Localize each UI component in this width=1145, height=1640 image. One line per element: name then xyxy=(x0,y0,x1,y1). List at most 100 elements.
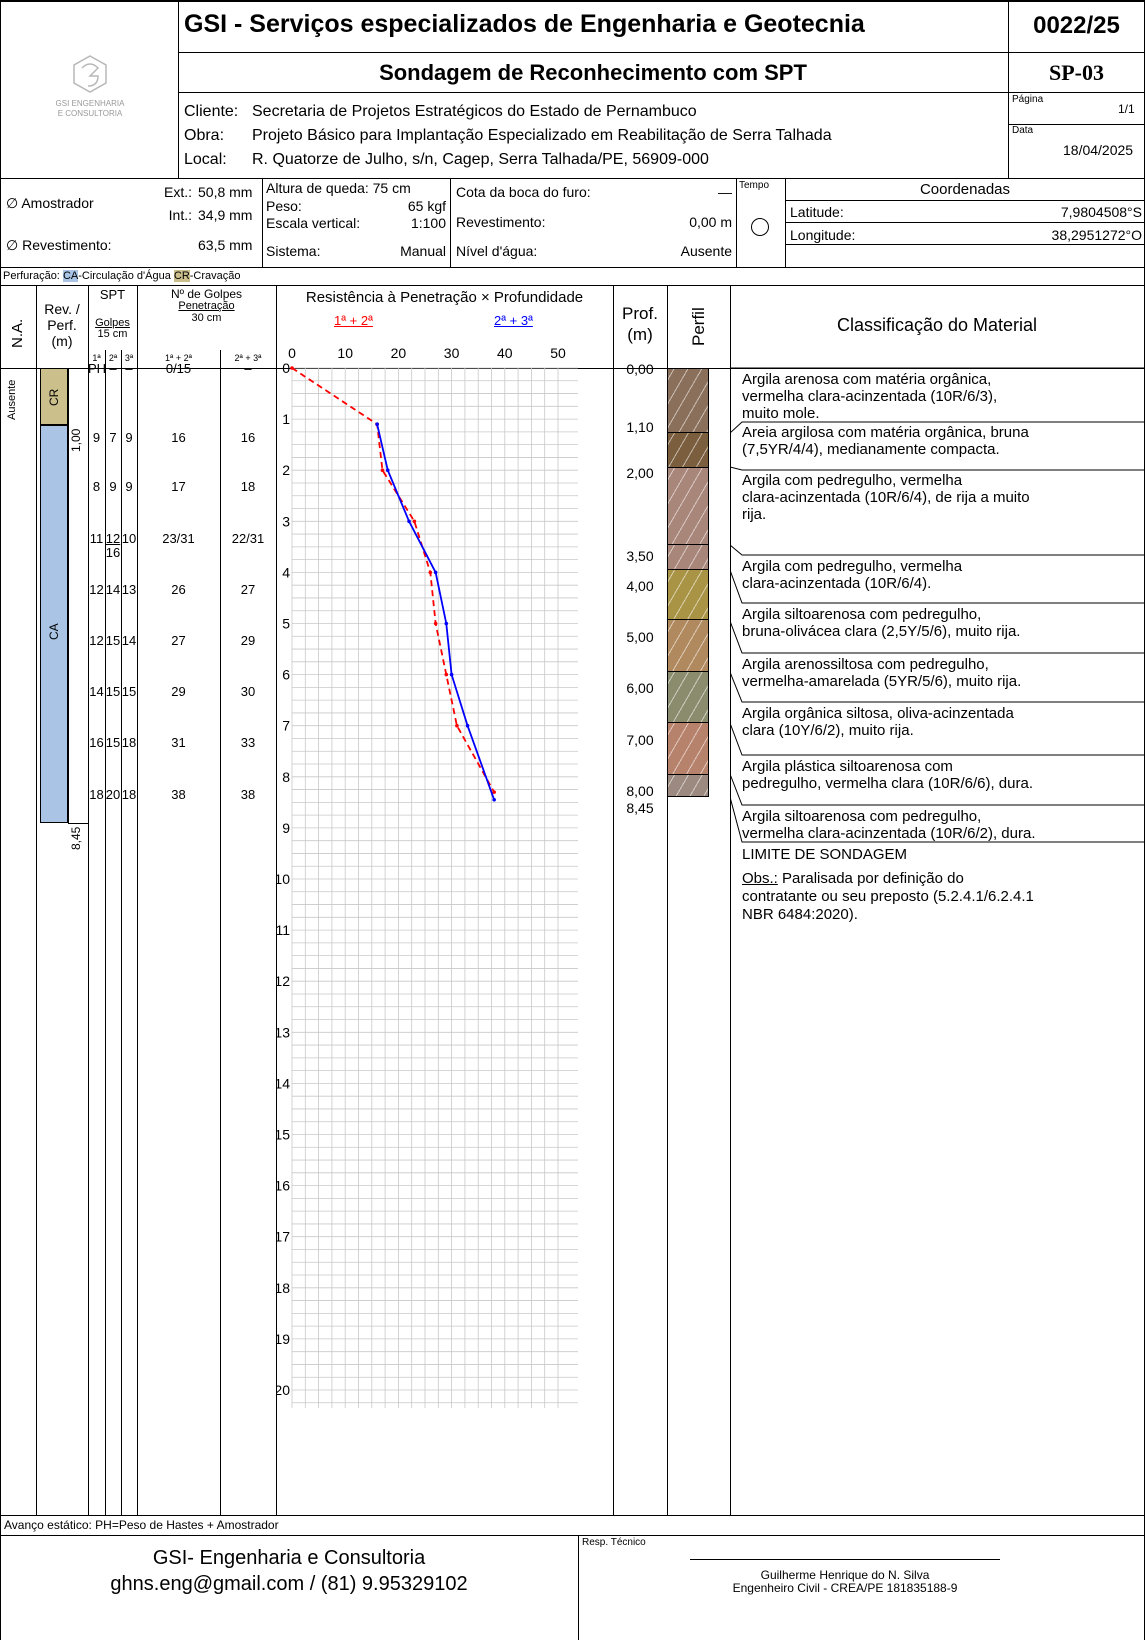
header-classification: Classificação do Material xyxy=(836,315,1038,335)
y-tick-label: 11 xyxy=(276,922,290,938)
header-spt: SPT xyxy=(99,287,126,302)
drilling-legend: Perfuração: CA-Circulação d'Água CR-Crav… xyxy=(3,270,241,282)
data-point xyxy=(455,723,459,728)
y-tick-label: 9 xyxy=(282,820,290,836)
location-value: R. Quatorze de Julho, s/n, Cagep, Serra … xyxy=(252,151,709,168)
y-tick-label: 18 xyxy=(276,1280,290,1296)
header-30cm: 30 cm xyxy=(191,312,222,324)
y-tick-label: 4 xyxy=(282,564,290,580)
y-tick-label: 15 xyxy=(276,1127,290,1143)
y-tick-label: 20 xyxy=(276,1382,290,1398)
sampler-label: ∅ Amostrador xyxy=(6,195,94,211)
data-point xyxy=(444,672,449,677)
y-tick-label: 19 xyxy=(276,1331,290,1347)
resp-tecnico-label: Resp. Técnico xyxy=(582,1537,646,1548)
series-line-2a3a xyxy=(376,424,496,801)
longitude-value: 38,2951272°O xyxy=(1051,227,1142,243)
y-tick-label: 5 xyxy=(282,616,290,632)
mouth-value: — xyxy=(718,184,732,200)
static-advance-note: Avanço estático: PH=Peso de Hastes + Amo… xyxy=(4,1518,279,1532)
y-tick-label: 8 xyxy=(282,769,290,785)
drop-height: Altura de queda: 75 cm xyxy=(266,180,411,196)
casing-depth: 1,00 xyxy=(69,428,83,452)
y-tick-label: 3 xyxy=(282,513,290,529)
depth-label: 7,00 xyxy=(626,732,654,748)
data-point xyxy=(465,723,470,728)
y-tick-label: 17 xyxy=(276,1229,290,1245)
header-perfil: Perfil xyxy=(689,307,708,346)
engineer-name: Guilherme Henrique do N. Silva xyxy=(760,1568,930,1582)
layer-connector-lines xyxy=(730,367,1144,843)
signature-line xyxy=(690,1559,1000,1560)
soil-profile-border xyxy=(667,368,709,797)
scale-label: Escala vertical: xyxy=(266,215,361,231)
client-label: Cliente: xyxy=(184,103,239,120)
mouth-label: Cota da boca do furo: xyxy=(456,184,591,200)
client-value: Secretaria de Projetos Estratégicos do E… xyxy=(252,103,697,120)
header-penetracao: Penetração xyxy=(178,300,235,312)
y-tick-label: 13 xyxy=(276,1024,290,1040)
header-rev-2: Perf. xyxy=(47,317,77,333)
y-tick-label: 7 xyxy=(282,718,290,734)
resistance-chart: 0 10 20 30 40 5001234567891011121314151617181… xyxy=(276,345,578,1408)
y-tick-label: 12 xyxy=(276,973,290,989)
ext-label: Ext.: xyxy=(163,184,192,200)
header-rev-1: Rev. / xyxy=(44,301,80,317)
y-tick-label: 6 xyxy=(282,667,290,683)
depth-label: 2,00 xyxy=(626,465,654,481)
cr-swatch: CR xyxy=(173,270,190,282)
chart-grid xyxy=(291,367,578,1408)
data-point xyxy=(433,621,438,626)
page-value: 1/1 xyxy=(1118,102,1135,116)
scale-value: 1:100 xyxy=(410,215,446,231)
work-value: Projeto Básico para Implantação Especial… xyxy=(252,127,832,144)
longitude-label: Longitude: xyxy=(790,227,856,243)
casing-label: ∅ Revestimento: xyxy=(6,237,112,253)
data-point xyxy=(385,468,390,472)
header-resistance: Resistência à Penetração × Profundidade xyxy=(305,289,584,306)
latitude-label: Latitude: xyxy=(790,204,844,220)
water-level-label: Nível d'água: xyxy=(456,243,538,259)
water-level-value: Ausente xyxy=(680,243,732,259)
data-point xyxy=(492,797,496,802)
report-subtitle: Sondagem de Reconhecimento com SPT xyxy=(379,60,807,85)
y-tick-label: 10 xyxy=(276,871,290,887)
data-point xyxy=(428,570,433,575)
y-tick-label: 16 xyxy=(276,1178,290,1194)
footer-company: GSI- Engenharia e Consultoria xyxy=(152,1547,426,1569)
x-tick-label: 30 xyxy=(444,345,460,361)
data-point xyxy=(433,570,438,575)
data-point xyxy=(407,519,411,524)
logo-mark-icon xyxy=(73,55,107,93)
weight-label: Peso: xyxy=(266,198,302,214)
header-prof: Prof. xyxy=(622,304,658,323)
sounding-limit: LIMITE DE SONDAGEM xyxy=(742,846,908,863)
revestimento-value: 0,00 m xyxy=(689,214,732,230)
header-ngolpes: Nº de Golpes xyxy=(170,287,243,301)
work-label: Obra: xyxy=(184,127,225,144)
ca-swatch: CA xyxy=(62,270,79,282)
company-title: GSI - Serviços especializados de Engenha… xyxy=(184,10,865,38)
system-label: Sistema: xyxy=(266,243,321,259)
logo-text-line2: E CONSULTORIA xyxy=(57,109,123,118)
page-label: Página xyxy=(1012,94,1044,105)
report-number: 0022/25 xyxy=(1033,12,1120,39)
company-logo: GSI ENGENHARIA E CONSULTORIA xyxy=(40,52,140,132)
x-tick-label: 40 xyxy=(497,345,513,361)
casing-value: 63,5 mm xyxy=(198,237,253,253)
depth-label: 8,00 xyxy=(626,783,654,799)
x-tick-label: 50 xyxy=(550,345,566,361)
int-label: Int.: xyxy=(168,207,192,223)
cr-bar-label: CR xyxy=(47,388,61,406)
logo-text-line1: GSI ENGENHARIA xyxy=(55,99,125,108)
depth-label: 5,00 xyxy=(626,629,654,645)
depth-label: 3,50 xyxy=(626,548,654,564)
depth-label: 6,00 xyxy=(626,680,654,696)
date-label: Data xyxy=(1012,125,1034,136)
time-label: Tempo xyxy=(739,180,770,191)
depth-label: 8,45 xyxy=(626,800,654,816)
ca-bar-label: CA xyxy=(47,623,61,640)
y-tick-label: 2 xyxy=(282,462,290,478)
data-point xyxy=(449,672,454,677)
y-tick-label: 0 xyxy=(282,360,290,376)
